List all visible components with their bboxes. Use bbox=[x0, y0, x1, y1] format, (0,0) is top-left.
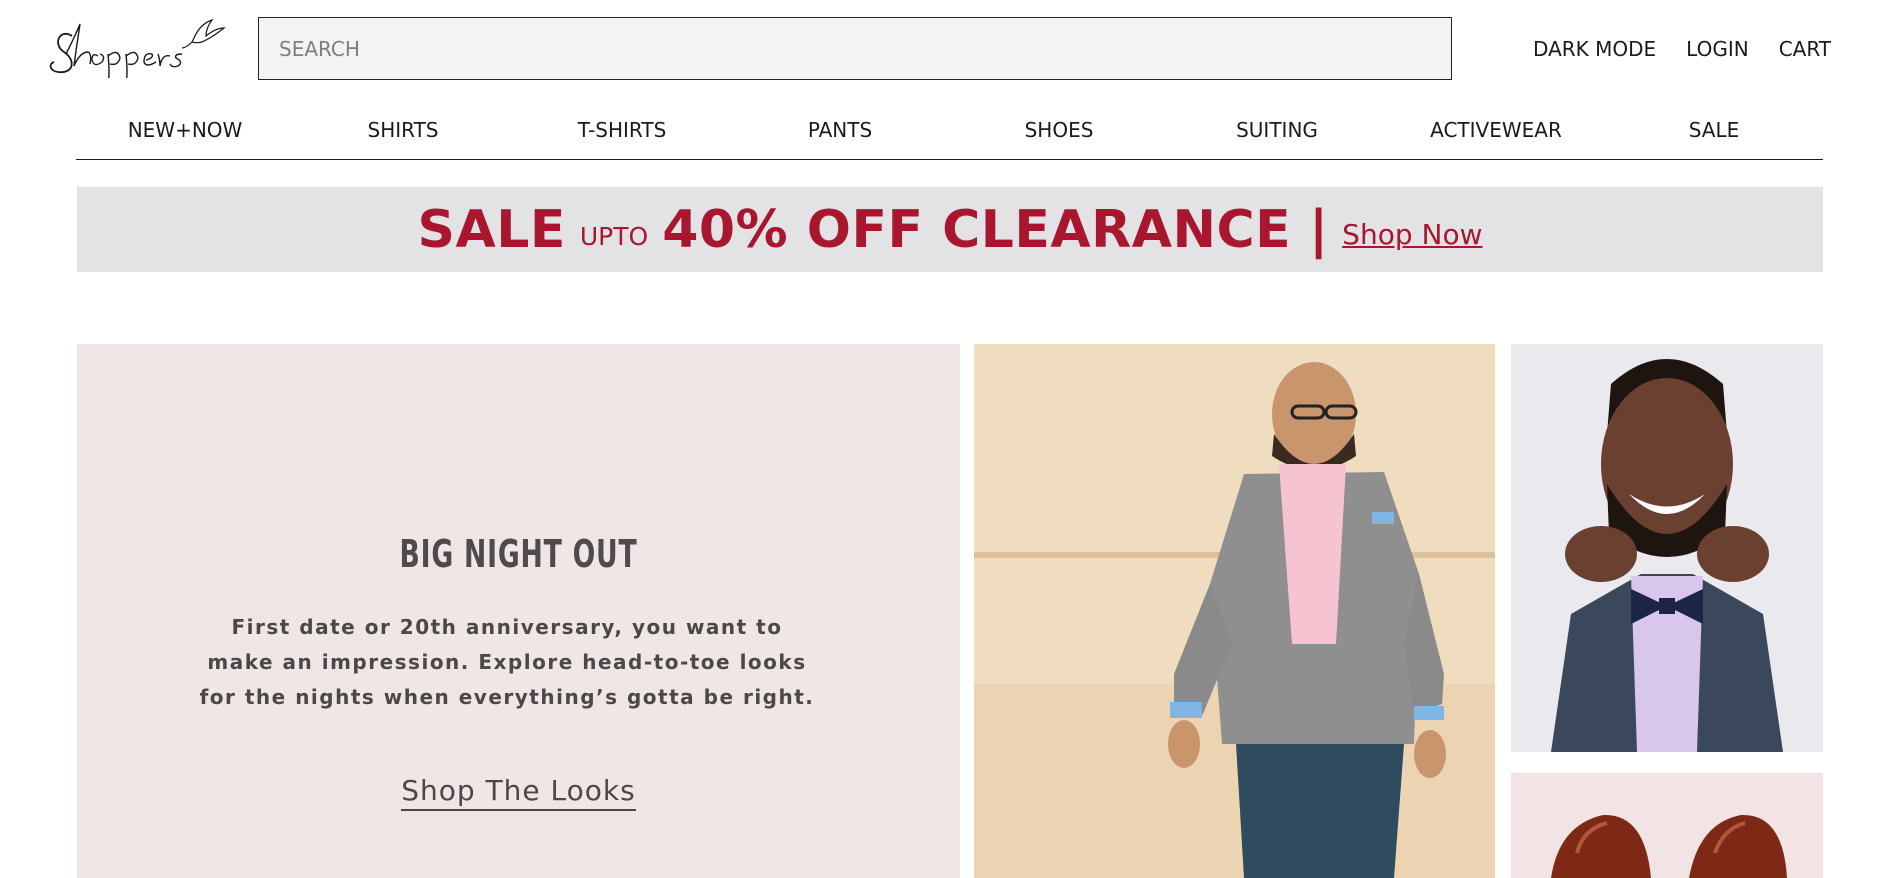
search-box[interactable] bbox=[258, 17, 1452, 80]
man-photo-image bbox=[974, 344, 1495, 878]
man-in-grey-blazer-photo[interactable] bbox=[974, 344, 1495, 878]
category-nav: NEW+NOW SHIRTS T-SHIRTS PANTS SHOES SUIT… bbox=[76, 114, 1823, 160]
bowtie-photo-image bbox=[1511, 344, 1823, 752]
logo[interactable] bbox=[46, 14, 236, 85]
nav-item-suiting[interactable]: SUITING bbox=[1236, 118, 1318, 142]
cart-link[interactable]: CART bbox=[1779, 36, 1831, 62]
nav-item-new-now[interactable]: NEW+NOW bbox=[128, 118, 243, 142]
sale-banner: SALE UPTO 40% OFF CLEARANCE | Shop Now bbox=[77, 187, 1823, 272]
banner-offer-text: 40% OFF CLEARANCE bbox=[662, 199, 1292, 260]
hero-cta: Shop The Looks bbox=[77, 774, 960, 811]
hero-panel: BIG NIGHT OUT First date or 20th anniver… bbox=[77, 344, 960, 878]
search-input[interactable] bbox=[259, 18, 1451, 79]
banner-separator: | bbox=[1309, 199, 1329, 260]
banner-sale-text: SALE bbox=[417, 199, 566, 260]
banner-shop-now-link[interactable]: Shop Now bbox=[1342, 218, 1482, 251]
nav-item-sale[interactable]: SALE bbox=[1689, 118, 1740, 142]
banner-upto-text: UPTO bbox=[579, 222, 649, 251]
hero-title: BIG NIGHT OUT bbox=[399, 532, 638, 576]
brown-brogue-shoes-photo[interactable] bbox=[1511, 773, 1823, 878]
logo-image bbox=[49, 18, 226, 85]
nav-item-pants[interactable]: PANTS bbox=[808, 118, 872, 142]
shop-the-looks-link[interactable]: Shop The Looks bbox=[401, 774, 636, 811]
man-with-bowtie-photo[interactable] bbox=[1511, 344, 1823, 752]
dark-mode-toggle[interactable]: DARK MODE bbox=[1533, 36, 1656, 62]
header-links: DARK MODE LOGIN CART bbox=[1533, 36, 1831, 62]
nav-item-shoes[interactable]: SHOES bbox=[1025, 118, 1094, 142]
nav-item-t-shirts[interactable]: T-SHIRTS bbox=[578, 118, 667, 142]
hero-description: First date or 20th anniversary, you want… bbox=[199, 615, 815, 709]
nav-item-activewear[interactable]: ACTIVEWEAR bbox=[1430, 118, 1562, 142]
shoes-photo-image bbox=[1511, 773, 1823, 878]
login-link[interactable]: LOGIN bbox=[1686, 36, 1749, 62]
nav-item-shirts[interactable]: SHIRTS bbox=[368, 118, 439, 142]
